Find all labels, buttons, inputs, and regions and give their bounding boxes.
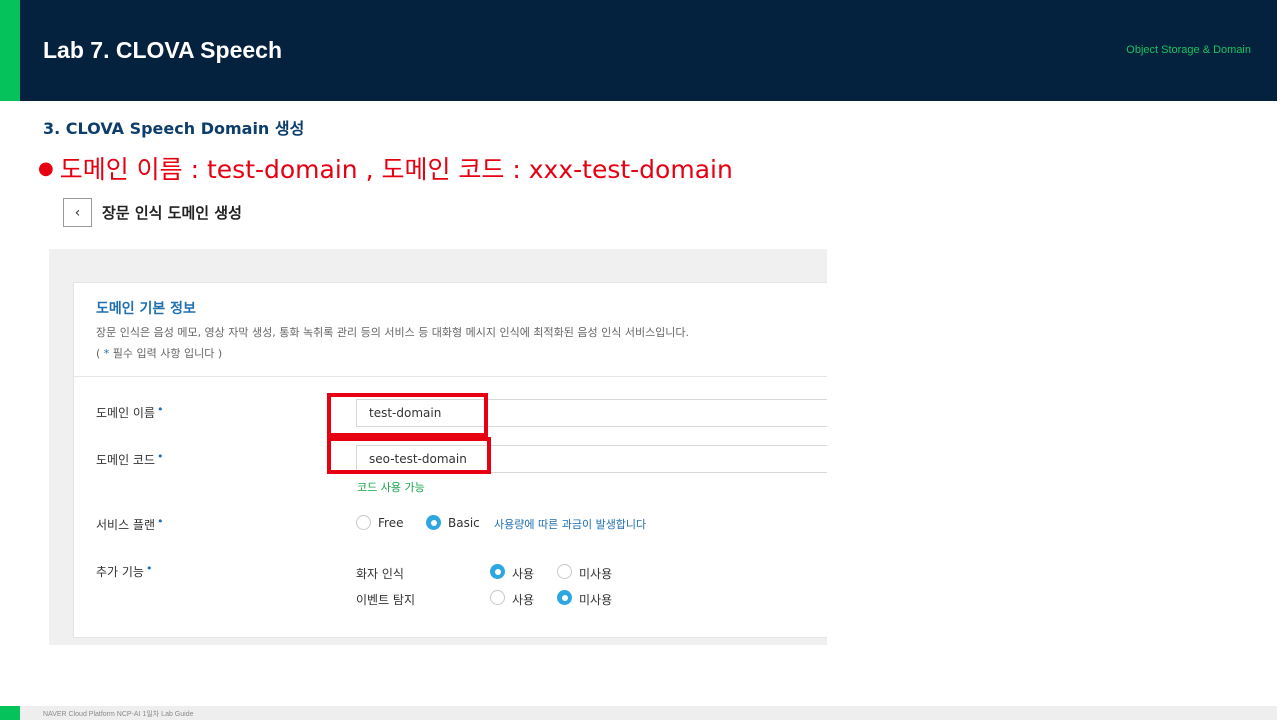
highlight-box-domain-code	[327, 437, 491, 474]
section-title: 3. CLOVA Speech Domain 생성	[43, 119, 305, 138]
speaker-recognition-label: 화자 인식	[356, 567, 404, 581]
bullet-icon: ●	[38, 158, 54, 179]
plan-free-radio[interactable]	[356, 515, 371, 530]
speaker-use-radio[interactable]	[490, 564, 505, 579]
event-use-radio[interactable]	[490, 590, 505, 605]
required-dot-icon: •	[157, 403, 164, 416]
instruction-text: 도메인 이름 : test-domain , 도메인 코드 : xxx-test…	[59, 155, 733, 184]
speaker-not-use-radio[interactable]	[557, 564, 572, 579]
required-dot-icon: •	[157, 450, 164, 463]
instruction-bullet: ● 도메인 이름 : test-domain , 도메인 코드 : xxx-tes…	[38, 150, 733, 186]
required-dot-icon: •	[157, 515, 164, 528]
service-plan-label: 서비스 플랜 •	[96, 515, 164, 532]
extra-features-label: 추가 기능 •	[96, 562, 153, 579]
required-dot-icon: •	[145, 562, 153, 575]
plan-basic-radio[interactable]	[426, 515, 441, 530]
card-description: 장문 인식은 음성 메모, 영상 자막 생성, 통화 녹취록 관리 등의 서비스…	[96, 326, 690, 339]
highlight-box-domain-name	[327, 393, 488, 437]
slide-subtitle: Object Storage & Domain	[1126, 44, 1251, 56]
event-use-label: 사용	[512, 593, 535, 607]
footer-text: NAVER Cloud Platform NCP-AI 1일차 Lab Guid…	[43, 711, 194, 718]
plan-basic-label: Basic	[448, 516, 480, 530]
event-not-use-label: 미사용	[579, 593, 613, 607]
domain-name-label: 도메인 이름 •	[96, 403, 164, 420]
required-note: ( * 필수 입력 사항 입니다 )	[96, 347, 223, 360]
chevron-left-icon: ‹	[74, 204, 81, 221]
card-heading: 도메인 기본 정보	[96, 301, 196, 317]
code-available-message: 코드 사용 가능	[357, 481, 425, 494]
slide-title: Lab 7. CLOVA Speech	[43, 37, 282, 63]
event-not-use-radio[interactable]	[557, 590, 572, 605]
back-button[interactable]: ‹	[63, 198, 92, 227]
speaker-use-label: 사용	[512, 567, 535, 581]
event-detection-label: 이벤트 탐지	[356, 593, 416, 607]
plan-billing-note: 사용량에 따른 과금이 발생합니다	[494, 518, 647, 531]
page-title: 장문 인식 도메인 생성	[102, 204, 242, 222]
speaker-not-use-label: 미사용	[579, 567, 613, 581]
plan-free-label: Free	[378, 516, 404, 530]
domain-code-label: 도메인 코드 •	[96, 450, 164, 467]
footer-accent-bar	[0, 706, 20, 720]
card-divider	[74, 376, 827, 377]
header-accent-bar	[0, 0, 20, 101]
